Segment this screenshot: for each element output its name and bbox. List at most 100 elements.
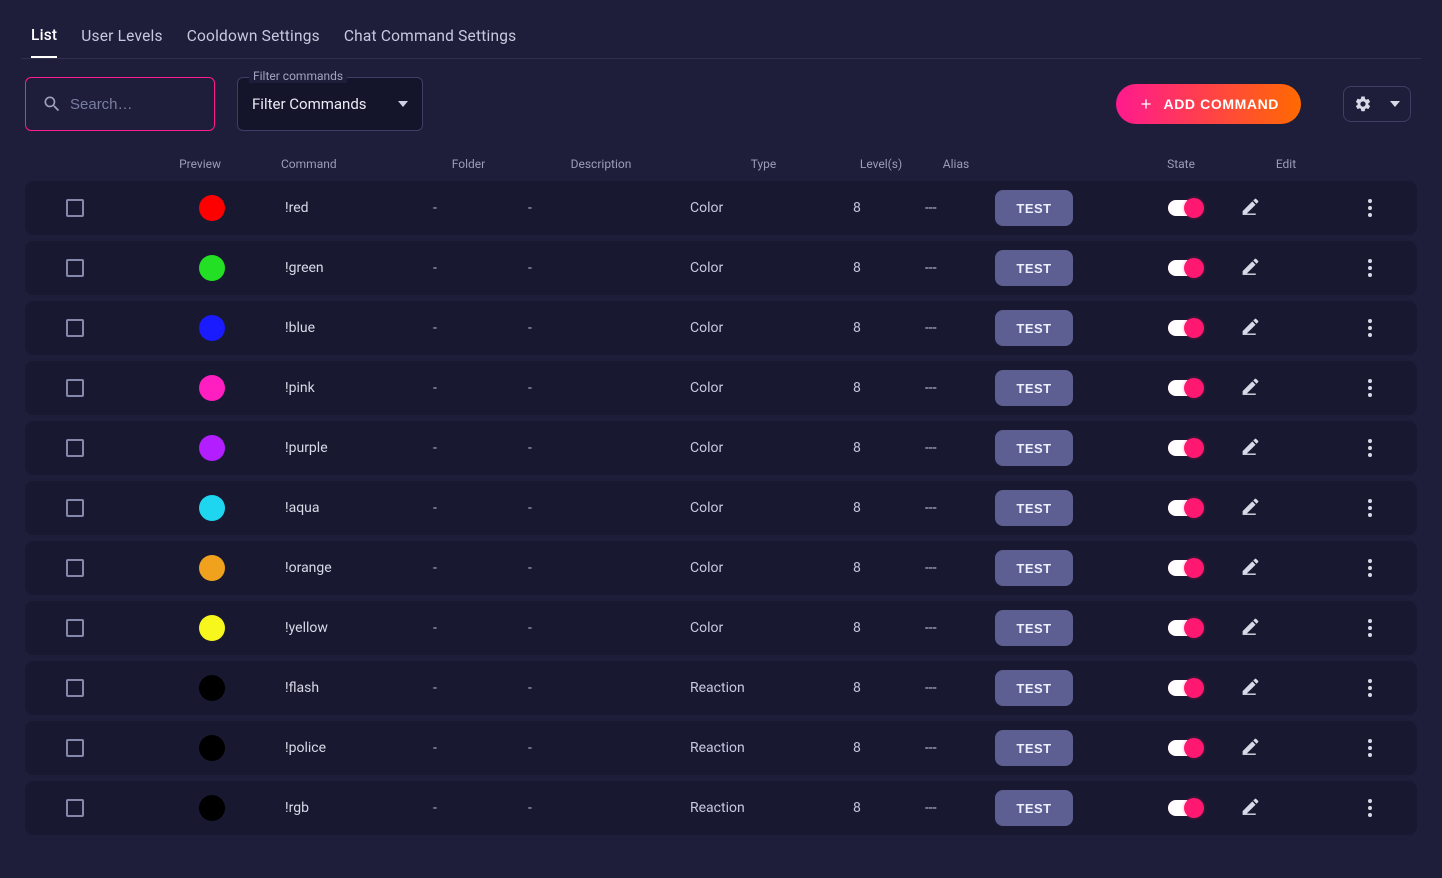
- state-toggle[interactable]: [1168, 800, 1202, 816]
- more-menu-button[interactable]: [1358, 739, 1382, 757]
- more-menu-button[interactable]: [1358, 619, 1382, 637]
- type-cell: Color: [690, 260, 845, 276]
- row-checkbox[interactable]: [66, 259, 84, 277]
- edit-button[interactable]: [1240, 256, 1340, 281]
- test-button[interactable]: TEST: [995, 190, 1073, 226]
- chevron-down-icon: [398, 101, 408, 107]
- search-field-wrap[interactable]: [25, 77, 215, 131]
- color-preview-swatch: [199, 195, 225, 221]
- more-menu-button[interactable]: [1358, 799, 1382, 817]
- type-cell: Reaction: [690, 800, 845, 816]
- edit-button[interactable]: [1240, 376, 1340, 401]
- edit-button[interactable]: [1240, 616, 1340, 641]
- more-menu-button[interactable]: [1358, 439, 1382, 457]
- state-toggle[interactable]: [1168, 560, 1202, 576]
- test-button[interactable]: TEST: [995, 790, 1073, 826]
- more-menu-button[interactable]: [1358, 379, 1382, 397]
- edit-button[interactable]: [1240, 736, 1340, 761]
- type-cell: Reaction: [690, 740, 845, 756]
- row-checkbox[interactable]: [66, 379, 84, 397]
- color-preview-swatch: [199, 795, 225, 821]
- edit-button[interactable]: [1240, 496, 1340, 521]
- color-preview-swatch: [199, 495, 225, 521]
- folder-cell: -: [425, 740, 520, 756]
- table-body: !red--Color8---TEST!green--Color8---TEST…: [21, 181, 1421, 835]
- settings-menu-button[interactable]: [1343, 86, 1411, 122]
- tab-list[interactable]: List: [31, 18, 57, 58]
- edit-button[interactable]: [1240, 796, 1340, 821]
- state-toggle[interactable]: [1168, 320, 1202, 336]
- test-button[interactable]: TEST: [995, 430, 1073, 466]
- filter-commands-select[interactable]: Filter Commands: [237, 77, 423, 131]
- test-button[interactable]: TEST: [995, 610, 1073, 646]
- row-checkbox[interactable]: [66, 319, 84, 337]
- type-cell: Color: [690, 500, 845, 516]
- header-folder: Folder: [421, 157, 516, 171]
- row-checkbox[interactable]: [66, 679, 84, 697]
- edit-button[interactable]: [1240, 316, 1340, 341]
- state-toggle[interactable]: [1168, 680, 1202, 696]
- test-button[interactable]: TEST: [995, 250, 1073, 286]
- more-menu-button[interactable]: [1358, 259, 1382, 277]
- color-preview-swatch: [199, 675, 225, 701]
- search-input[interactable]: [70, 96, 200, 113]
- state-toggle[interactable]: [1168, 620, 1202, 636]
- levels-cell: 8: [845, 320, 925, 336]
- color-preview-swatch: [199, 255, 225, 281]
- tab-chat-command-settings[interactable]: Chat Command Settings: [344, 19, 516, 57]
- edit-button[interactable]: [1240, 436, 1340, 461]
- type-cell: Color: [690, 560, 845, 576]
- description-cell: -: [520, 500, 690, 516]
- more-menu-button[interactable]: [1358, 679, 1382, 697]
- folder-cell: -: [425, 500, 520, 516]
- row-checkbox[interactable]: [66, 199, 84, 217]
- folder-cell: -: [425, 800, 520, 816]
- test-button[interactable]: TEST: [995, 730, 1073, 766]
- alias-cell: ---: [925, 260, 995, 276]
- row-checkbox[interactable]: [66, 559, 84, 577]
- alias-cell: ---: [925, 380, 995, 396]
- state-toggle[interactable]: [1168, 740, 1202, 756]
- test-button[interactable]: TEST: [995, 670, 1073, 706]
- chevron-down-icon: [1390, 101, 1400, 107]
- folder-cell: -: [425, 200, 520, 216]
- test-button[interactable]: TEST: [995, 370, 1073, 406]
- levels-cell: 8: [845, 200, 925, 216]
- more-menu-button[interactable]: [1358, 559, 1382, 577]
- more-menu-button[interactable]: [1358, 499, 1382, 517]
- state-toggle[interactable]: [1168, 440, 1202, 456]
- row-checkbox[interactable]: [66, 619, 84, 637]
- state-toggle[interactable]: [1168, 260, 1202, 276]
- description-cell: -: [520, 740, 690, 756]
- test-button[interactable]: TEST: [995, 550, 1073, 586]
- state-toggle[interactable]: [1168, 380, 1202, 396]
- filter-selected-value: Filter Commands: [252, 95, 367, 113]
- state-toggle[interactable]: [1168, 200, 1202, 216]
- table-row: !rgb--Reaction8---TEST: [25, 781, 1417, 835]
- row-checkbox[interactable]: [66, 799, 84, 817]
- edit-button[interactable]: [1240, 676, 1340, 701]
- levels-cell: 8: [845, 380, 925, 396]
- folder-cell: -: [425, 440, 520, 456]
- row-checkbox[interactable]: [66, 439, 84, 457]
- test-button[interactable]: TEST: [995, 490, 1073, 526]
- tab-cooldown-settings[interactable]: Cooldown Settings: [187, 19, 320, 57]
- edit-button[interactable]: [1240, 196, 1340, 221]
- color-preview-swatch: [199, 615, 225, 641]
- alias-cell: ---: [925, 320, 995, 336]
- state-toggle[interactable]: [1168, 500, 1202, 516]
- header-levels: Level(s): [841, 157, 921, 171]
- row-checkbox[interactable]: [66, 499, 84, 517]
- more-menu-button[interactable]: [1358, 319, 1382, 337]
- more-menu-button[interactable]: [1358, 199, 1382, 217]
- header-type: Type: [686, 157, 841, 171]
- tab-user-levels[interactable]: User Levels: [81, 19, 162, 57]
- row-checkbox[interactable]: [66, 739, 84, 757]
- table-row: !orange--Color8---TEST: [25, 541, 1417, 595]
- add-command-button[interactable]: ADD COMMAND: [1116, 84, 1301, 124]
- levels-cell: 8: [845, 680, 925, 696]
- levels-cell: 8: [845, 500, 925, 516]
- type-cell: Reaction: [690, 680, 845, 696]
- test-button[interactable]: TEST: [995, 310, 1073, 346]
- edit-button[interactable]: [1240, 556, 1340, 581]
